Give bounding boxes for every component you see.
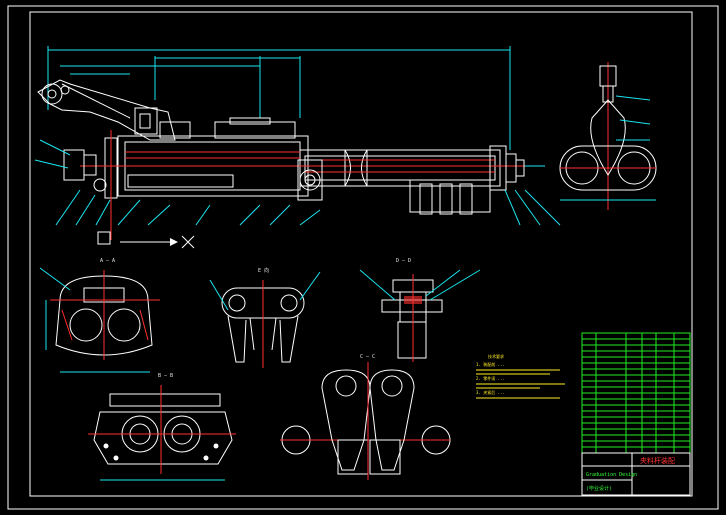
title-block-subtitle-2: (毕业设计)	[586, 485, 612, 492]
cad-drawing: A — A E 向 D — D B — B C — C 技术要求 1. 装配前 …	[7, 5, 719, 510]
title-block-title: 夹料杆装配	[640, 456, 675, 465]
section-d-d: D — D	[359, 258, 481, 362]
note-line-2: 2. 零件须 ...	[476, 375, 505, 381]
cad-drawing-canvas: A — A E 向 D — D B — B C — C 技术要求 1. 装配前 …	[0, 0, 726, 515]
section-b-b: B — B	[88, 373, 236, 481]
label-a-a: A — A	[100, 258, 115, 264]
title-block: 夹料杆装配 Graduation Design (毕业设计)	[581, 452, 691, 496]
label-view-e: E 向	[258, 267, 269, 274]
main-assembly-view	[34, 46, 561, 249]
note-line-1: 1. 装配前 ...	[476, 361, 505, 367]
view-e-fork: E 向	[209, 267, 321, 368]
note-line-3: 3. 夹紧后 ...	[476, 389, 505, 395]
label-d-d: D — D	[396, 258, 411, 264]
end-view	[559, 62, 657, 210]
label-b-b: B — B	[158, 373, 173, 379]
title-block-subtitle-1: Graduation Design	[586, 472, 637, 478]
technical-notes: 技术要求 1. 装配前 ... 2. 零件须 ... 3. 夹紧后 ...	[476, 353, 565, 399]
section-a-a: A — A	[39, 258, 160, 373]
notes-heading: 技术要求	[488, 353, 504, 359]
section-c-c: C — C	[280, 354, 451, 480]
parts-list-table	[581, 332, 691, 454]
label-c-c: C — C	[360, 354, 375, 360]
